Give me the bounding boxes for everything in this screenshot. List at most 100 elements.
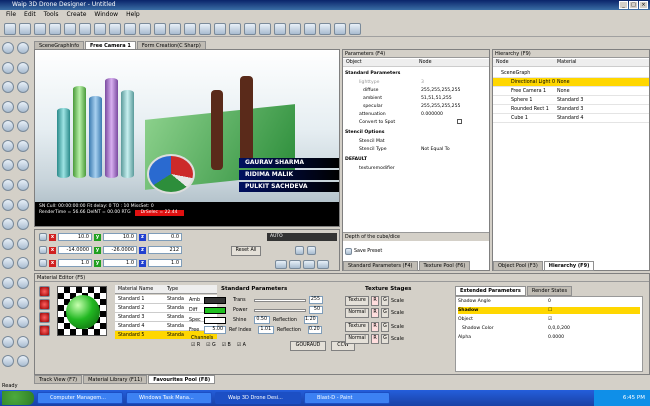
gouraud-button[interactable]: GOURAUD xyxy=(290,341,326,351)
lock-icon[interactable] xyxy=(274,23,286,35)
render-icon[interactable] xyxy=(199,23,211,35)
param-row[interactable]: Stencil Mat xyxy=(345,138,487,145)
taskbar-item-drone-designer[interactable]: Waip 3D Drone Desi... xyxy=(215,392,301,404)
group-icon[interactable] xyxy=(17,296,29,309)
move-icon[interactable] xyxy=(94,23,106,35)
align-icon[interactable] xyxy=(319,23,331,35)
scale-icon[interactable] xyxy=(124,23,136,35)
material-preset-icon[interactable] xyxy=(39,299,50,310)
light-icon[interactable] xyxy=(169,23,181,35)
save-icon[interactable] xyxy=(214,23,226,35)
menu-window[interactable]: Window xyxy=(94,10,118,20)
snap-icon[interactable] xyxy=(304,23,316,35)
cylinder-icon[interactable] xyxy=(17,61,29,74)
prev-key-icon[interactable] xyxy=(295,246,304,255)
table-icon[interactable] xyxy=(17,277,29,290)
image-icon[interactable] xyxy=(17,218,29,231)
stop-icon[interactable] xyxy=(317,260,329,269)
menu-tools[interactable]: Tools xyxy=(44,10,59,20)
param-row[interactable]: ambient 51,51,51,255 xyxy=(345,95,487,102)
chart-icon[interactable] xyxy=(17,198,29,211)
amb-swatch[interactable] xyxy=(204,296,226,304)
reset-all-button[interactable]: Reset All xyxy=(231,246,261,256)
menu-file[interactable]: File xyxy=(6,10,16,20)
video-icon[interactable] xyxy=(2,237,14,250)
g-toggle[interactable]: G xyxy=(381,308,389,318)
taskbar-item-paint[interactable]: Blast-D - Paint xyxy=(304,392,390,404)
grid-icon[interactable] xyxy=(184,23,196,35)
tree-item-directional-light[interactable]: Directional Light 0 None xyxy=(493,78,649,87)
tree-item-cube[interactable]: Cube 1 Standard 4 xyxy=(493,114,649,123)
material-preset-icon[interactable] xyxy=(39,312,50,323)
menu-create[interactable]: Create xyxy=(66,10,86,20)
tree-item-scenegraph[interactable]: SceneGraph xyxy=(493,69,649,78)
script-icon[interactable] xyxy=(17,355,29,368)
texture-button[interactable]: Texture xyxy=(345,296,369,306)
globe-icon[interactable] xyxy=(2,355,14,368)
diff-swatch[interactable] xyxy=(204,306,226,314)
camera-obj-icon[interactable] xyxy=(17,316,29,329)
prism-icon[interactable] xyxy=(2,179,14,192)
trans-slider[interactable] xyxy=(254,298,306,302)
ext-row-selected[interactable]: Shadow ☐ xyxy=(458,307,640,314)
tab-extended-parameters[interactable]: Extended Parameters xyxy=(455,286,526,296)
play-icon[interactable] xyxy=(289,260,301,269)
tab-texture-pool[interactable]: Texture Pool (F6) xyxy=(418,261,471,271)
path-icon[interactable] xyxy=(2,296,14,309)
rect-icon[interactable] xyxy=(17,120,29,133)
g-toggle[interactable]: G xyxy=(381,296,389,306)
material-preset-icon[interactable] xyxy=(39,325,50,336)
next-key-icon[interactable] xyxy=(307,246,316,255)
free-input[interactable]: 5.00 xyxy=(204,326,226,334)
param-row[interactable]: attenuation 0.000000 xyxy=(345,111,487,118)
object-checkbox[interactable]: ☑ xyxy=(548,316,640,323)
normal-button[interactable]: Normal xyxy=(345,334,369,344)
tab-hierarchy[interactable]: Hierarchy (F9) xyxy=(543,261,595,271)
start-button[interactable] xyxy=(2,391,34,405)
ext-row[interactable]: Alpha 0.0000 xyxy=(458,334,640,341)
r-toggle[interactable]: R xyxy=(371,322,379,332)
cube-icon[interactable] xyxy=(2,61,14,74)
scale-z-input[interactable]: 1.0 xyxy=(148,259,182,267)
param-row[interactable]: Stencil Type Not Equal To xyxy=(345,146,487,153)
material-preset-icon[interactable] xyxy=(39,286,50,297)
mesh-icon[interactable] xyxy=(2,335,14,348)
tree-item-sphere[interactable]: Sphere 1 Standard 3 xyxy=(493,96,649,105)
tree-item-free-camera[interactable]: Free Camera 1 None xyxy=(493,87,649,96)
rotate-icon[interactable] xyxy=(109,23,121,35)
channel-g-checkbox[interactable]: ☑ G xyxy=(206,343,216,348)
tree-item-rounded-rect[interactable]: Rounded Rect 1 Standard 3 xyxy=(493,105,649,114)
shadow-checkbox[interactable]: ☐ xyxy=(548,307,640,314)
pos-y-input[interactable]: 10.0 xyxy=(103,233,137,241)
tube-icon[interactable] xyxy=(17,139,29,152)
particle-icon[interactable] xyxy=(2,257,14,270)
settings-icon[interactable] xyxy=(259,23,271,35)
power-slider[interactable] xyxy=(254,308,306,312)
undo-icon[interactable] xyxy=(4,23,16,35)
pos-z-input[interactable]: 0.0 xyxy=(148,233,182,241)
shine-input[interactable]: 0.50 xyxy=(254,316,270,324)
normal-button[interactable]: Normal xyxy=(345,308,369,318)
scale-y-input[interactable]: 1.0 xyxy=(103,259,137,267)
tab-standard-parameters[interactable]: Standard Parameters (F4) xyxy=(343,261,418,271)
param-row[interactable]: texturemodifier xyxy=(345,165,487,172)
minimize-button[interactable]: _ xyxy=(619,1,628,9)
preview-icon[interactable] xyxy=(244,23,256,35)
help-icon[interactable] xyxy=(349,23,361,35)
scale-x-input[interactable]: 1.0 xyxy=(58,259,92,267)
delete-icon[interactable] xyxy=(79,23,91,35)
audio-icon[interactable] xyxy=(17,237,29,250)
torus-icon[interactable] xyxy=(17,81,29,94)
zoom-icon[interactable] xyxy=(289,23,301,35)
tab-object-pool[interactable]: Object Pool (F3) xyxy=(493,261,543,271)
rot-z-input[interactable]: 212 xyxy=(148,246,182,254)
disc-icon[interactable] xyxy=(2,159,14,172)
section-standard[interactable]: Standard Parameters xyxy=(345,70,487,77)
ext-row[interactable]: Shadow Angle 0 xyxy=(458,298,640,305)
r-toggle[interactable]: R xyxy=(371,308,379,318)
rot-x-input[interactable]: -14.0000 xyxy=(58,246,92,254)
layer-icon[interactable] xyxy=(334,23,346,35)
r-toggle[interactable]: R xyxy=(371,334,379,344)
channel-r-checkbox[interactable]: ☑ R xyxy=(191,343,200,348)
r-toggle[interactable]: R xyxy=(371,296,379,306)
